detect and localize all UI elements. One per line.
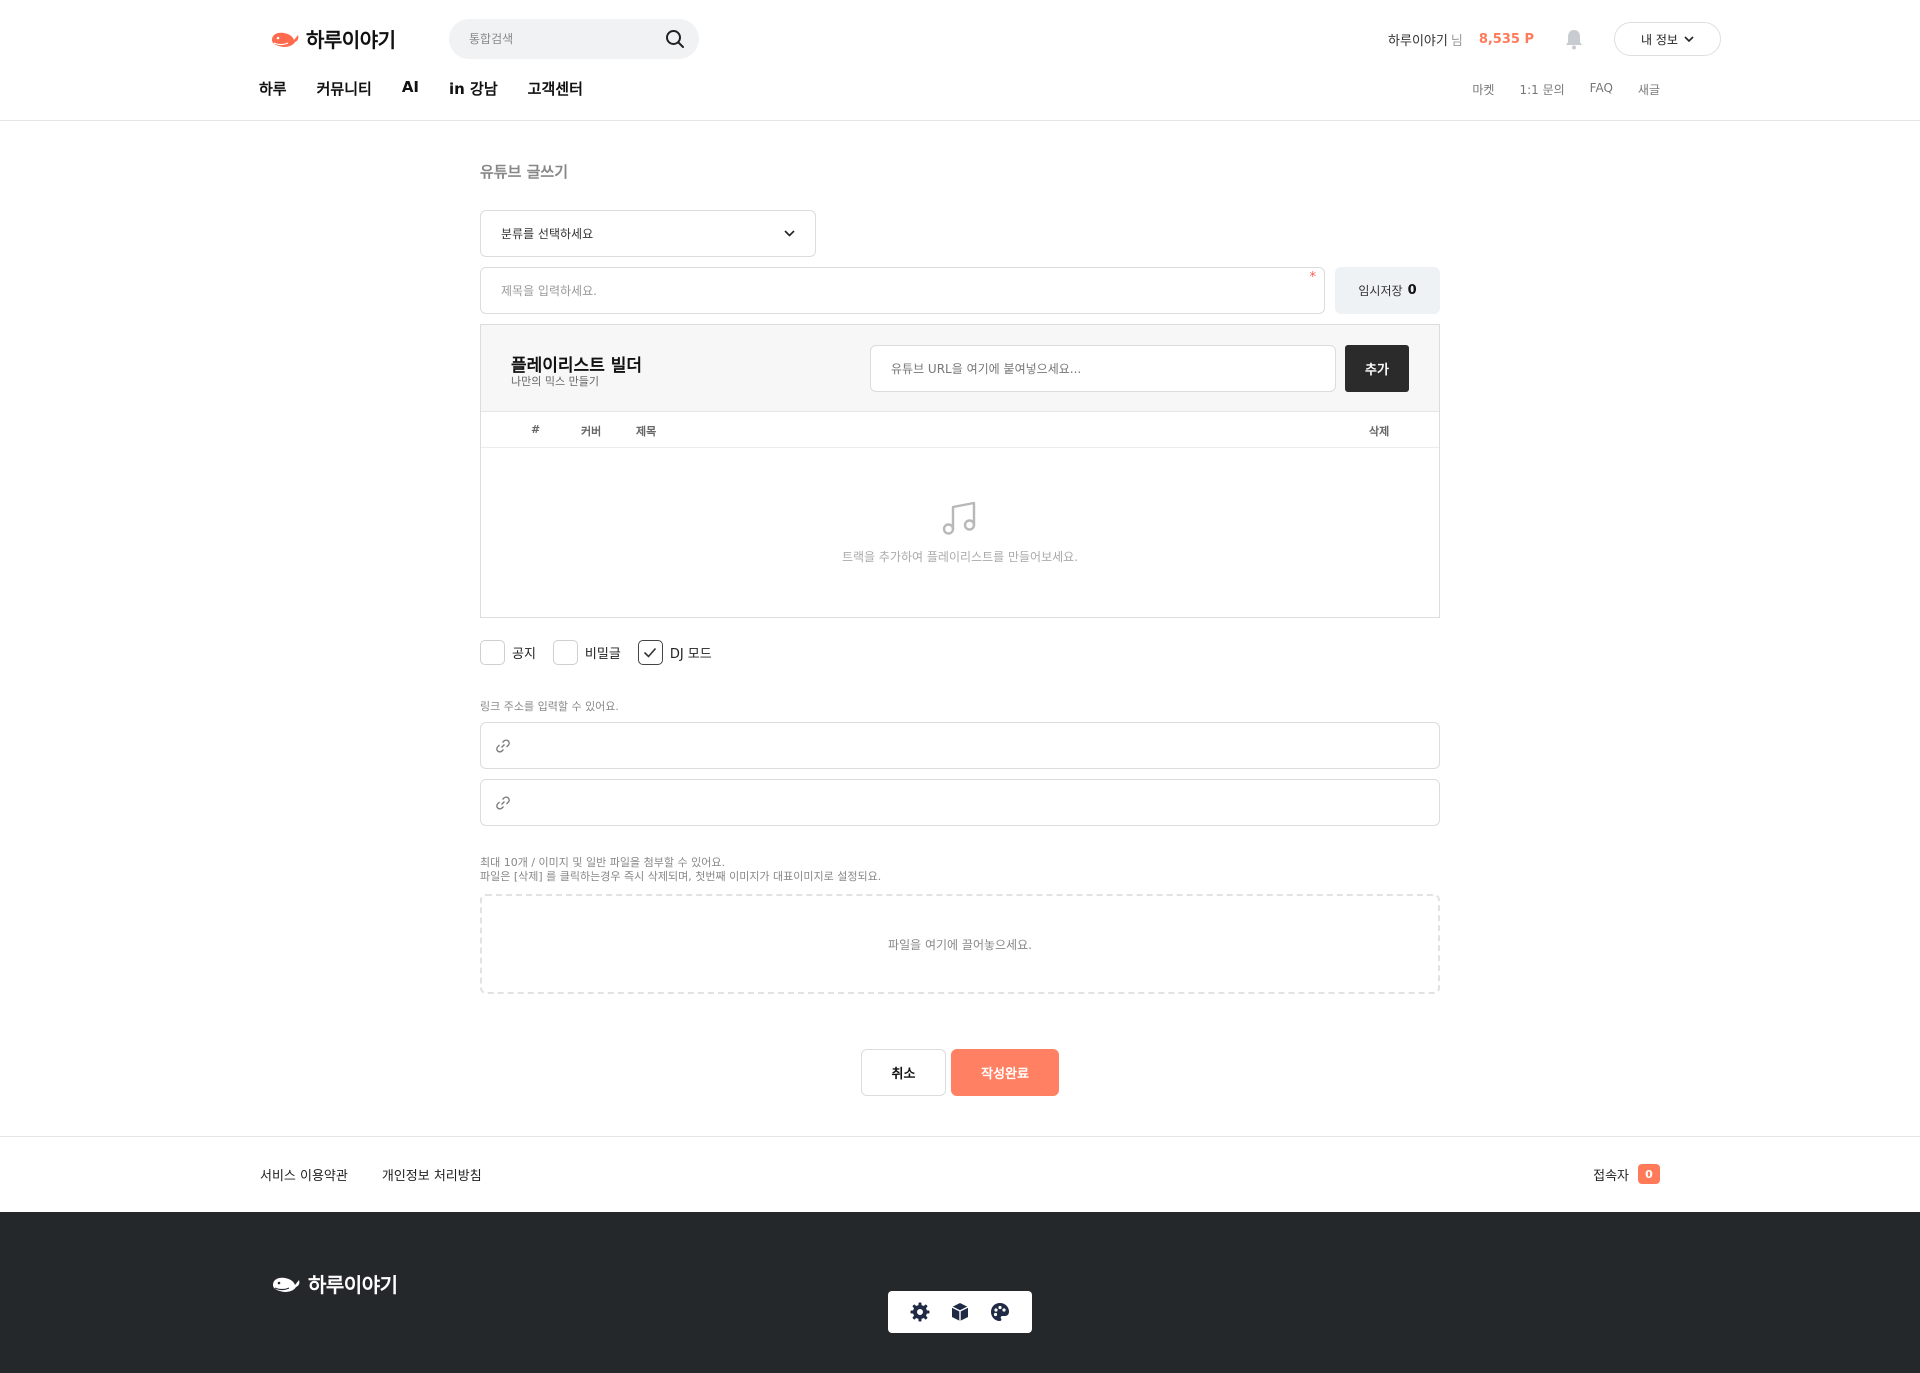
user-area: 하루이야기 님 8,535 P 내 정보 bbox=[1388, 22, 1721, 56]
post-options: 공지 비밀글 DJ 모드 bbox=[480, 640, 729, 665]
notice-checkbox[interactable] bbox=[480, 640, 505, 665]
temp-save-count: 0 bbox=[1407, 283, 1417, 298]
util-link-market[interactable]: 마켓 bbox=[1472, 81, 1494, 98]
palette-icon[interactable] bbox=[989, 1301, 1011, 1323]
link-input-1[interactable] bbox=[511, 723, 1439, 768]
nav-item-haru[interactable]: 하루 bbox=[259, 78, 287, 99]
column-title: 제목 bbox=[636, 425, 657, 438]
submit-button[interactable]: 작성완료 bbox=[951, 1049, 1059, 1096]
temp-save-label: 임시저장 bbox=[1358, 284, 1403, 298]
playlist-empty-state: 트랙을 추가하여 플레이리스트를 만들어보세요. bbox=[481, 500, 1439, 565]
link-icon bbox=[495, 738, 511, 754]
file-help-text: 최대 10개 / 이미지 및 일반 파일을 첨부할 수 있어요. 파일은 [삭제… bbox=[480, 856, 881, 884]
option-notice-label: 공지 bbox=[512, 647, 536, 662]
playlist-columns: # 커버 제목 삭제 bbox=[481, 412, 1439, 448]
dj-mode-checkbox[interactable] bbox=[637, 640, 663, 665]
file-dropzone[interactable]: 파일을 여기에 끌어놓으세요. bbox=[480, 894, 1440, 994]
footer-logo-text: 하루이야기 bbox=[308, 1273, 398, 1297]
nav-item-community[interactable]: 커뮤니티 bbox=[317, 78, 372, 99]
column-number: # bbox=[531, 423, 541, 436]
file-help-line-1: 최대 10개 / 이미지 및 일반 파일을 첨부할 수 있어요. bbox=[480, 856, 725, 869]
site-header: 하루이야기 하루이야기님 8,535 P 내 정보 하루 커뮤니티 AI in … bbox=[0, 0, 1920, 121]
user-name-text: 하루이야기 bbox=[1388, 33, 1448, 49]
link-help-text: 링크 주소를 입력할 수 있어요. bbox=[480, 700, 619, 713]
footer-policy-links: 서비스 이용약관 개인정보 처리방침 bbox=[260, 1165, 482, 1184]
secret-checkbox[interactable] bbox=[552, 640, 578, 665]
my-info-button[interactable]: 내 정보 bbox=[1614, 22, 1721, 56]
search-input[interactable] bbox=[469, 32, 665, 46]
option-notice[interactable]: 공지 bbox=[480, 640, 536, 665]
footer-main: 하루이야기 bbox=[0, 1212, 1920, 1373]
nav-item-ai[interactable]: AI bbox=[402, 78, 419, 99]
option-dj-mode[interactable]: DJ 모드 bbox=[637, 640, 712, 665]
title-field: * bbox=[480, 267, 1325, 314]
category-select-label: 분류를 선택하세요 bbox=[501, 227, 594, 241]
music-note-icon bbox=[941, 500, 979, 536]
column-delete: 삭제 bbox=[1369, 425, 1390, 438]
user-points[interactable]: 8,535 P bbox=[1479, 32, 1534, 47]
column-cover: 커버 bbox=[581, 425, 602, 438]
required-mark: * bbox=[1309, 270, 1317, 285]
youtube-url-field bbox=[870, 345, 1336, 392]
playlist-empty-text: 트랙을 추가하여 플레이리스트를 만들어보세요. bbox=[841, 550, 1079, 564]
temp-save-button[interactable]: 임시저장 0 bbox=[1335, 267, 1440, 314]
global-search bbox=[449, 19, 699, 59]
option-secret[interactable]: 비밀글 bbox=[552, 640, 621, 665]
visitor-label: 접속자 bbox=[1593, 1168, 1629, 1184]
file-help-line-2: 파일은 [삭제] 를 클릭하는경우 즉시 삭제되며, 첫번째 이미지가 대표이미… bbox=[480, 870, 882, 883]
util-link-new-posts[interactable]: 새글 bbox=[1638, 81, 1660, 98]
playlist-subtitle: 나만의 믹스 만들기 bbox=[511, 375, 599, 388]
option-dj-mode-label: DJ 모드 bbox=[669, 647, 712, 662]
site-logo[interactable]: 하루이야기 bbox=[270, 24, 396, 53]
user-name-suffix: 님 bbox=[1450, 33, 1463, 49]
link-icon bbox=[495, 795, 511, 811]
title-input[interactable] bbox=[481, 268, 1324, 313]
whale-logo-icon bbox=[270, 28, 300, 50]
bell-icon[interactable] bbox=[1564, 28, 1584, 50]
cube-icon[interactable] bbox=[949, 1301, 971, 1323]
nav-item-gangnam[interactable]: in 강남 bbox=[449, 78, 498, 99]
user-name[interactable]: 하루이야기 님 bbox=[1388, 30, 1463, 49]
whale-logo-icon bbox=[270, 1273, 302, 1295]
link-field-2 bbox=[480, 779, 1440, 826]
visitor-count-badge: 0 bbox=[1638, 1164, 1660, 1184]
playlist-builder: 플레이리스트 빌더 나만의 믹스 만들기 추가 # 커버 제목 삭제 트랙을 추… bbox=[480, 324, 1440, 618]
form-actions: 취소 작성완료 bbox=[861, 1049, 1059, 1096]
add-track-button[interactable]: 추가 bbox=[1345, 345, 1409, 392]
footer-link-privacy[interactable]: 개인정보 처리방침 bbox=[382, 1165, 482, 1184]
footer-link-terms[interactable]: 서비스 이용약관 bbox=[260, 1165, 348, 1184]
search-icon[interactable] bbox=[665, 29, 685, 49]
category-select[interactable]: 분류를 선택하세요 bbox=[480, 210, 816, 257]
chevron-down-icon bbox=[784, 230, 795, 237]
check-icon bbox=[644, 647, 657, 658]
option-secret-label: 비밀글 bbox=[584, 647, 621, 662]
playlist-header: 플레이리스트 빌더 나만의 믹스 만들기 추가 bbox=[481, 325, 1439, 412]
logo-text: 하루이야기 bbox=[306, 28, 396, 52]
util-link-faq[interactable]: FAQ bbox=[1590, 81, 1613, 98]
my-info-label: 내 정보 bbox=[1641, 32, 1678, 47]
footer-logo: 하루이야기 bbox=[270, 1269, 398, 1298]
youtube-url-input[interactable] bbox=[871, 346, 1335, 391]
page-title: 유튜브 글쓰기 bbox=[480, 163, 569, 181]
footer-links-bar: 서비스 이용약관 개인정보 처리방침 접속자 0 bbox=[0, 1136, 1920, 1212]
nav-item-support[interactable]: 고객센터 bbox=[528, 78, 583, 99]
cancel-button[interactable]: 취소 bbox=[861, 1049, 946, 1096]
main-nav: 하루 커뮤니티 AI in 강남 고객센터 bbox=[259, 78, 583, 99]
dropzone-text: 파일을 여기에 끌어놓으세요. bbox=[888, 937, 1032, 952]
visitor-counter[interactable]: 접속자 0 bbox=[1593, 1164, 1660, 1184]
link-input-2[interactable] bbox=[511, 780, 1439, 825]
utility-nav: 마켓 1:1 문의 FAQ 새글 bbox=[1472, 81, 1660, 98]
gear-icon[interactable] bbox=[909, 1301, 931, 1323]
util-link-inquiry[interactable]: 1:1 문의 bbox=[1519, 81, 1564, 98]
link-field-1 bbox=[480, 722, 1440, 769]
chevron-down-icon bbox=[1684, 35, 1694, 43]
footer-tools bbox=[888, 1291, 1032, 1333]
